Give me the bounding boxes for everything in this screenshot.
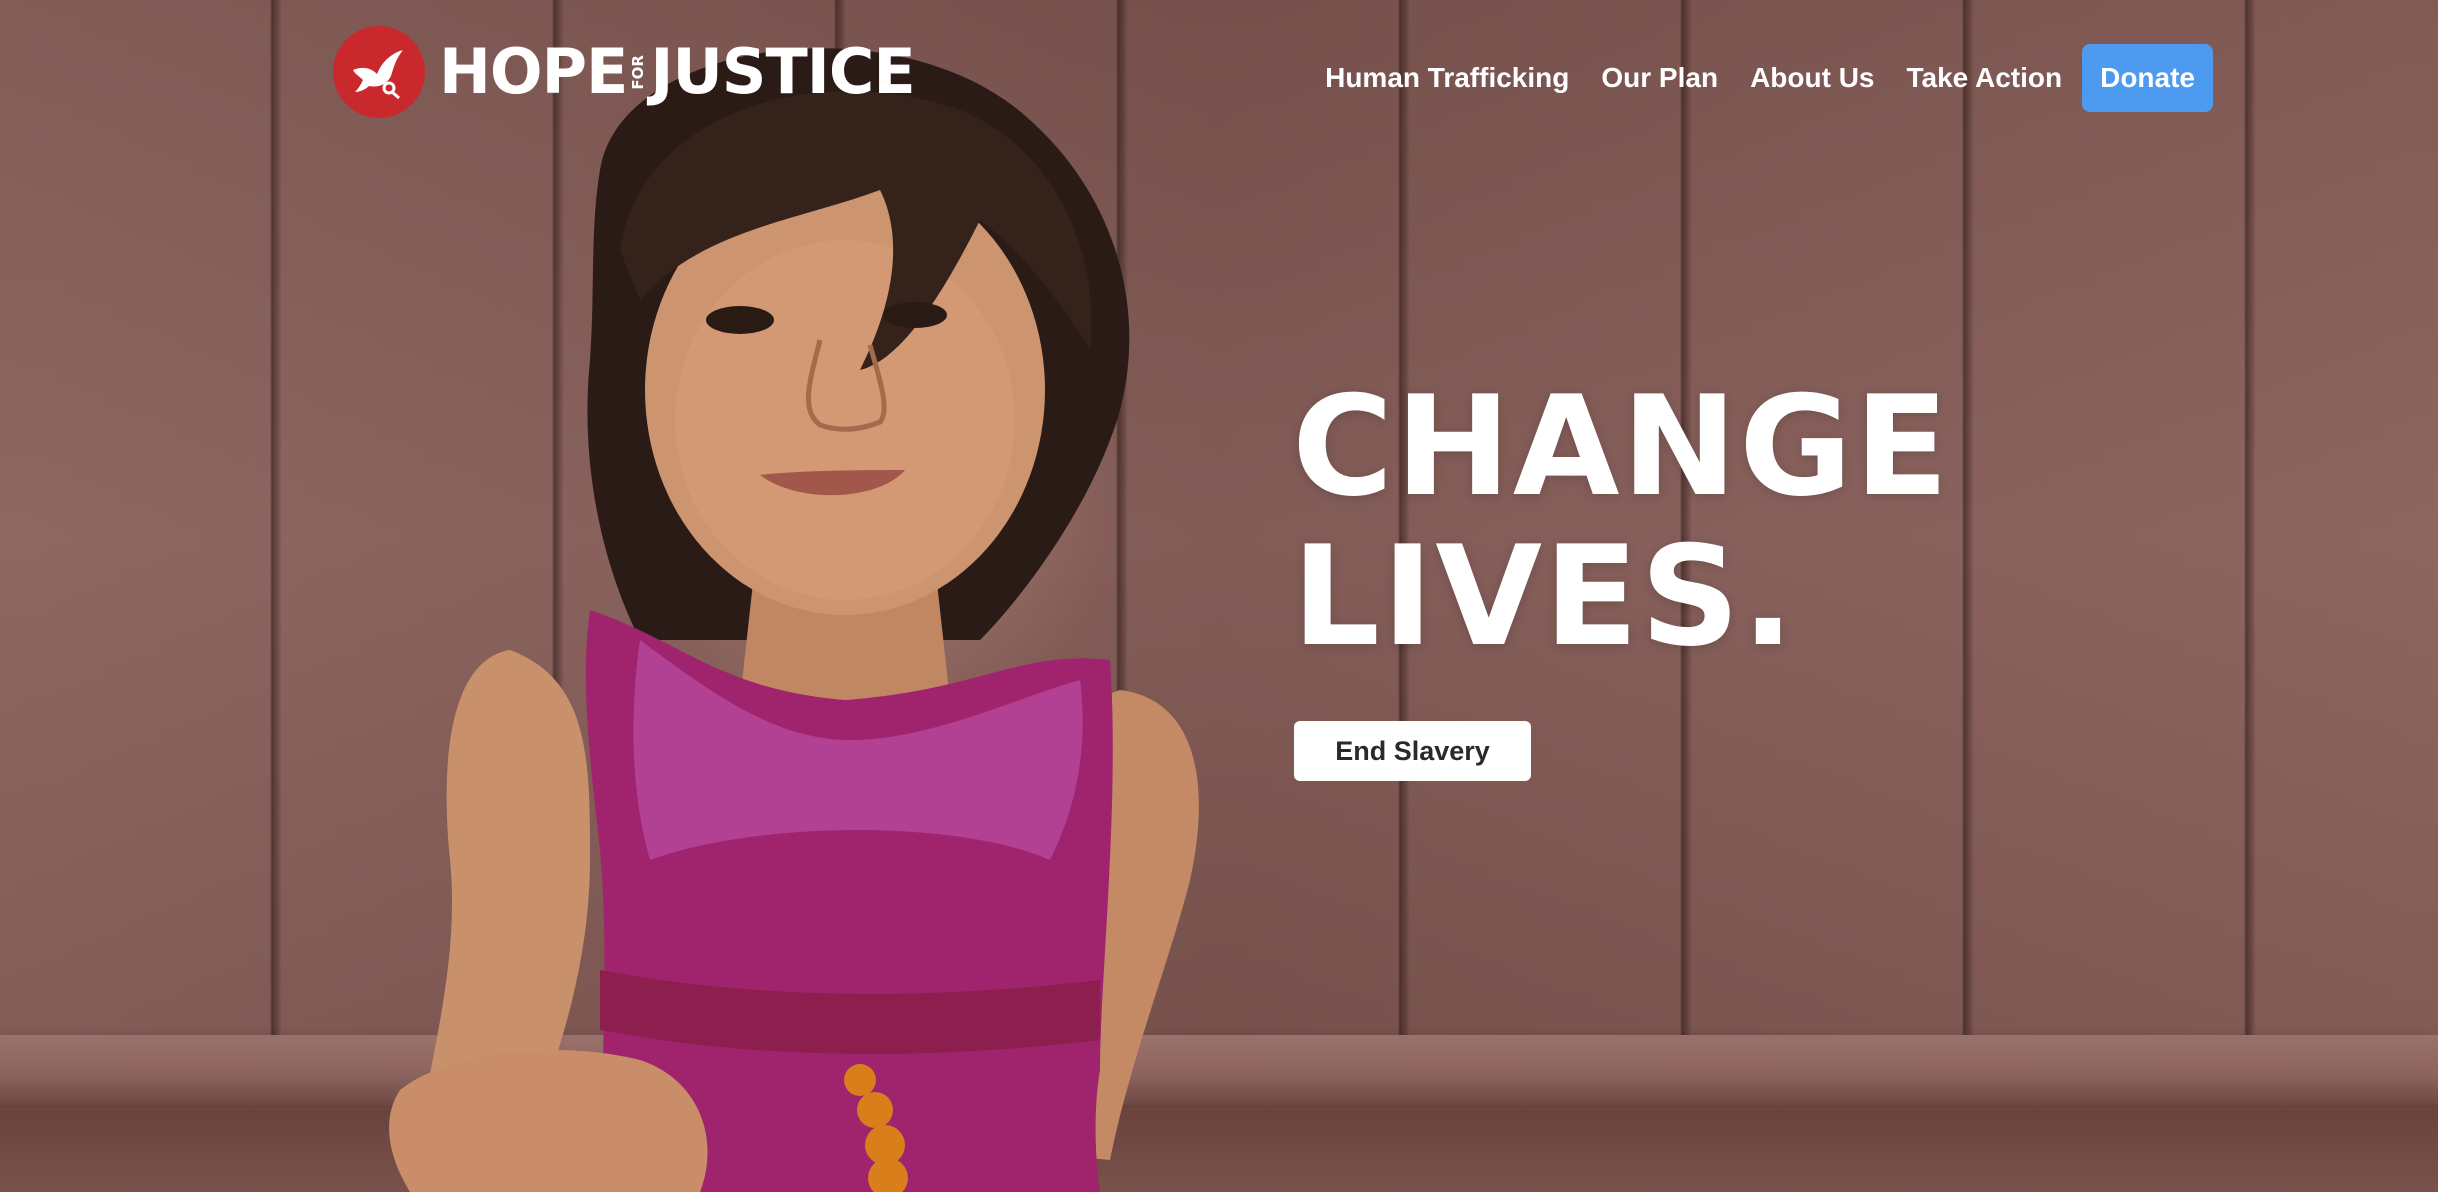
donate-button[interactable]: Donate	[2082, 44, 2213, 112]
hero-headline-line1: CHANGE	[1292, 366, 1951, 527]
hero-headline-line2: LIVES.	[1292, 516, 1797, 677]
hero-section: HOPE FOR JUSTICE Human Trafficking Our P…	[0, 0, 2438, 1192]
brand-logo[interactable]: HOPE FOR JUSTICE	[333, 26, 916, 118]
hero-photo-girl	[389, 48, 1199, 1192]
nav-our-plan[interactable]: Our Plan	[1601, 62, 1718, 94]
dove-icon	[333, 26, 425, 118]
hero-headline: CHANGE LIVES.	[1292, 372, 1951, 672]
nav-about-us[interactable]: About Us	[1750, 62, 1874, 94]
brand-name-justice: JUSTICE	[650, 35, 915, 108]
nav-human-trafficking[interactable]: Human Trafficking	[1325, 62, 1569, 94]
brand-wordmark: HOPE FOR JUSTICE	[439, 35, 916, 108]
end-slavery-button[interactable]: End Slavery	[1294, 721, 1531, 781]
brand-name-hope: HOPE	[439, 35, 628, 108]
nav-take-action[interactable]: Take Action	[1907, 62, 2063, 94]
brand-name-for: FOR	[629, 54, 648, 90]
main-nav: Human Trafficking Our Plan About Us Take…	[1293, 44, 2213, 112]
